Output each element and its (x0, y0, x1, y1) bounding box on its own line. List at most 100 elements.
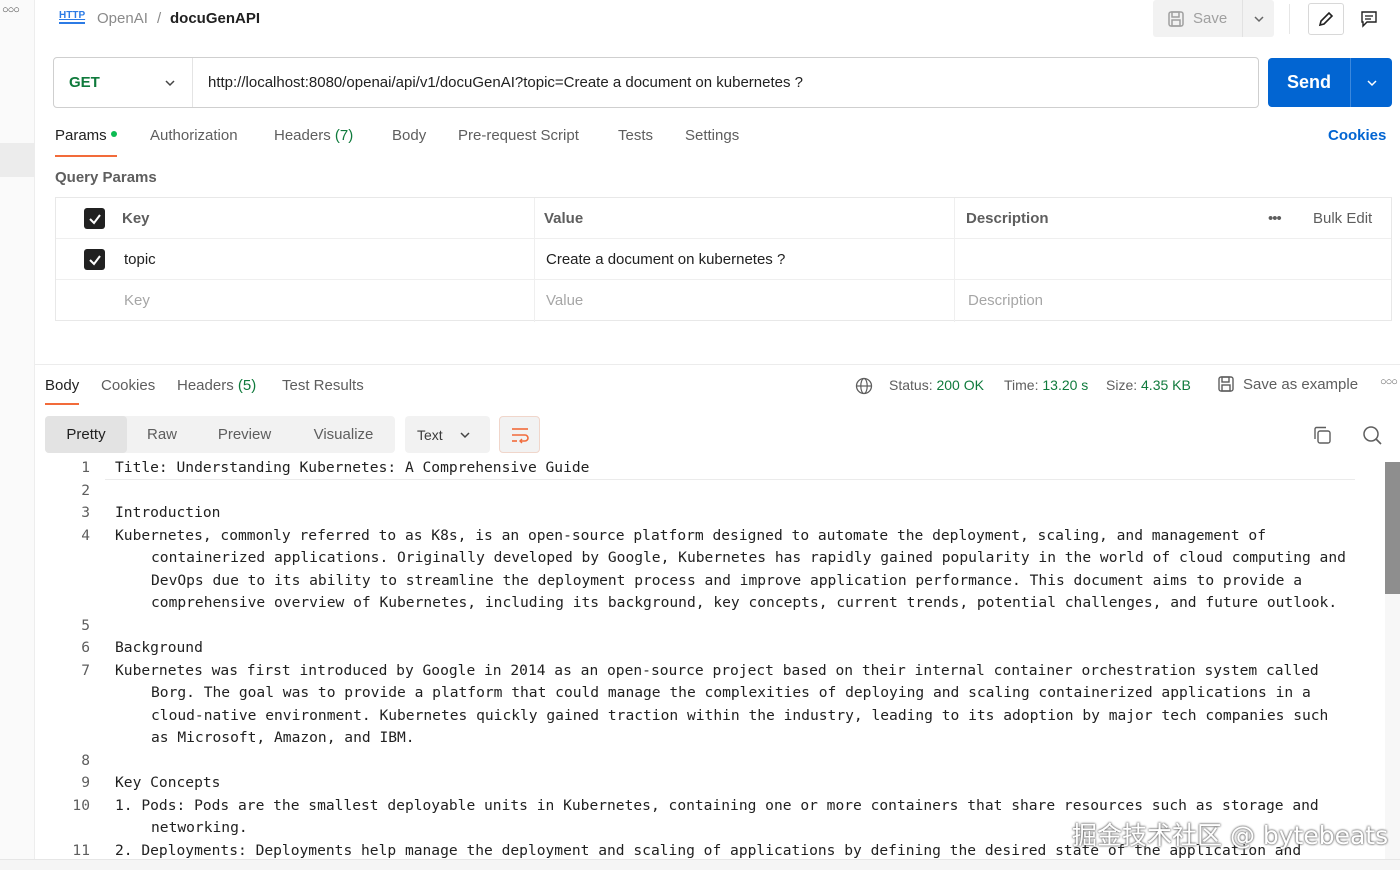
query-params-table: Key Value Description ••• Bulk Edit topi… (55, 197, 1392, 322)
description-placeholder[interactable]: Description (968, 280, 1043, 321)
format-pretty[interactable]: Pretty (45, 416, 127, 453)
param-key[interactable]: topic (124, 239, 156, 280)
line-number: 10 (72, 796, 90, 814)
save-label: Save (1193, 10, 1228, 27)
value-placeholder[interactable]: Value (546, 280, 583, 321)
key-column-header: Key (122, 210, 150, 227)
send-button[interactable]: Send (1268, 58, 1351, 107)
line-number: 11 (72, 841, 90, 859)
line-text: DevOps due to its ability to streamline … (151, 571, 1302, 589)
chevron-down-icon (1366, 79, 1377, 86)
cookies-link[interactable]: Cookies (1328, 127, 1386, 144)
edit-button[interactable] (1308, 3, 1344, 35)
comments-button[interactable] (1351, 3, 1387, 35)
method-select[interactable]: GET (54, 58, 193, 107)
line-number: 9 (81, 774, 90, 791)
wrap-lines-button[interactable] (499, 416, 540, 453)
tab-test-results[interactable]: Test Results (282, 377, 364, 394)
table-row-empty: Key Value Description (56, 280, 1391, 321)
tab-response-cookies[interactable]: Cookies (101, 377, 155, 394)
method-label: GET (69, 74, 100, 91)
language-select[interactable]: Text (405, 416, 490, 453)
language-label: Text (417, 426, 443, 443)
tab-params[interactable]: Params (55, 127, 117, 157)
save-button[interactable]: Save (1153, 0, 1243, 37)
format-visualize[interactable]: Visualize (292, 416, 395, 453)
tab-headers-label: Headers (274, 127, 331, 144)
response-body-editor[interactable]: 1 Title: Understanding Kubernetes: A Comp… (35, 459, 1400, 859)
chevron-down-icon (1253, 15, 1264, 22)
bulk-edit-button[interactable]: Bulk Edit (1313, 198, 1372, 239)
status-value: 200 OK (936, 377, 984, 393)
save-dropdown-button[interactable] (1243, 13, 1274, 25)
value-column-header: Value (544, 210, 584, 227)
status-indicator[interactable]: Status: 200 OK (889, 377, 984, 393)
line-number: 7 (81, 661, 90, 679)
send-dropdown-button[interactable] (1351, 77, 1392, 89)
left-sidebar-strip: ○○○ (0, 0, 35, 870)
bottom-status-bar (0, 859, 1400, 870)
line-text: 1. Pods: Pods are the smallest deployabl… (115, 796, 1319, 814)
line-text: comprehensive overview of Kubernetes, in… (151, 594, 1338, 611)
tab-response-body[interactable]: Body (45, 377, 80, 405)
line-number: 2 (81, 481, 90, 499)
more-icon[interactable]: ○○○ (2, 4, 20, 16)
line-number: 5 (81, 616, 90, 634)
search-icon[interactable] (1361, 424, 1383, 446)
line-number: 4 (81, 526, 90, 544)
header-divider (1289, 4, 1290, 34)
line-number: 1 (81, 459, 90, 476)
line-text: Kubernetes was first introduced by Googl… (115, 661, 1319, 679)
line-text: cloud-native environment. Kubernetes qui… (151, 706, 1329, 724)
response-more-icon[interactable]: ○○○ (1380, 376, 1398, 388)
tab-tests[interactable]: Tests (618, 127, 653, 144)
url-input[interactable] (193, 58, 1258, 107)
watermark: 掘金技术社区 @ bytebeats (1072, 821, 1389, 850)
chevron-down-icon (460, 431, 470, 438)
format-raw[interactable]: Raw (127, 416, 197, 453)
tab-authorization[interactable]: Authorization (150, 127, 238, 144)
param-value[interactable]: Create a document on kubernetes ? (546, 239, 785, 280)
headers-count: (7) (334, 127, 354, 144)
chevron-down-icon (165, 79, 175, 86)
select-all-checkbox[interactable] (84, 208, 105, 229)
line-number: 3 (81, 504, 90, 521)
description-column-header: Description (966, 210, 1049, 227)
format-toggle-group: Pretty Raw Preview Visualize (45, 416, 395, 453)
request-header: HTTP OpenAI / docuGenAPI Save (35, 0, 1400, 40)
copy-icon[interactable] (1311, 424, 1333, 446)
http-icon: HTTP (59, 10, 86, 24)
tab-body[interactable]: Body (392, 127, 426, 144)
line-text: Title: Understanding Kubernetes: A Compr… (115, 459, 590, 476)
size-label: Size: (1106, 377, 1138, 393)
time-value: 13.20 s (1042, 377, 1089, 393)
tab-settings[interactable]: Settings (685, 127, 739, 144)
response-divider (35, 364, 1400, 365)
tab-response-headers-label: Headers (177, 377, 234, 394)
breadcrumb-current[interactable]: docuGenAPI (170, 10, 260, 27)
save-as-example-button[interactable]: Save as example (1217, 375, 1358, 393)
sidebar-selected-item[interactable] (0, 143, 35, 177)
table-row: topic Create a document on kubernetes ? (56, 239, 1391, 280)
breadcrumb-parent[interactable]: OpenAI (97, 10, 148, 27)
tab-response-headers[interactable]: Headers (5) (177, 377, 256, 394)
line-text: containerized applications. Originally d… (151, 549, 1346, 566)
time-indicator[interactable]: Time: 13.20 s (1004, 377, 1088, 393)
line-text: networking. (151, 819, 248, 836)
size-indicator[interactable]: Size: 4.35 KB (1106, 377, 1191, 393)
row-checkbox[interactable] (84, 249, 105, 270)
postman-app: ○○○ HTTP OpenAI / docuGenAPI Save GET ht… (0, 0, 1400, 870)
globe-icon[interactable] (855, 377, 873, 395)
line-text: Borg. The goal was to provide a platform… (151, 684, 1311, 701)
save-as-example-label: Save as example (1243, 375, 1359, 393)
key-placeholder[interactable]: Key (124, 280, 150, 321)
more-options-icon[interactable]: ••• (1268, 198, 1282, 239)
response-headers-count: (5) (237, 377, 257, 394)
line-text: Kubernetes, commonly referred to as K8s,… (115, 526, 1266, 544)
format-preview[interactable]: Preview (197, 416, 292, 453)
tab-headers[interactable]: Headers (7) (274, 127, 353, 144)
save-icon (1168, 10, 1184, 27)
wrap-lines-icon (511, 427, 529, 443)
tab-prerequest-script[interactable]: Pre-request Script (458, 127, 579, 144)
send-button-group: Send (1268, 58, 1392, 107)
